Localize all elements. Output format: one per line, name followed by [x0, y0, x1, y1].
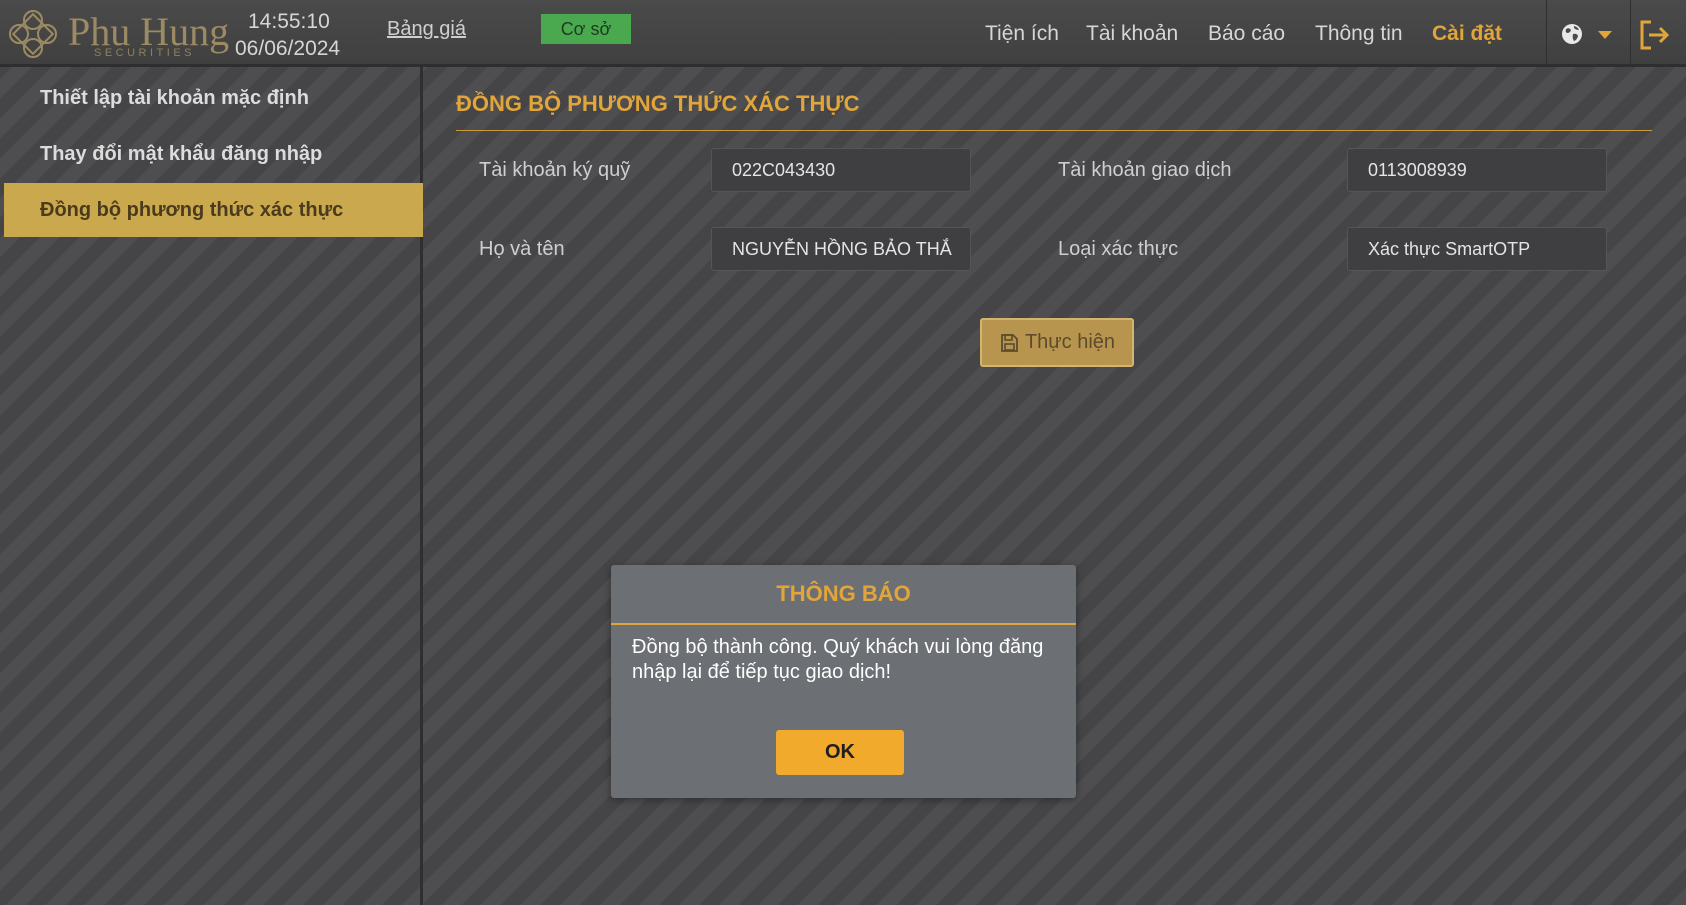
clock-date: 06/06/2024 [235, 37, 341, 60]
globe-icon[interactable] [1560, 22, 1584, 46]
dialog-message: Đồng bộ thành công. Quý khách vui lòng đ… [632, 636, 1044, 683]
execute-button-label: Thực hiện [1024, 331, 1116, 353]
price-board-link[interactable]: Bảng giá [387, 18, 466, 41]
logo-subtitle: SECURITIES [94, 47, 196, 59]
nav-divider [1546, 0, 1547, 67]
logo-icon [9, 10, 57, 58]
dialog-divider [611, 623, 1076, 625]
chevron-down-icon[interactable] [1598, 31, 1612, 39]
execute-button[interactable]: Thực hiện [980, 318, 1134, 367]
full-name-label: Họ và tên [479, 238, 565, 260]
clock-time: 14:55:10 [248, 10, 330, 33]
nav-item-utilities[interactable]: Tiện ích [985, 22, 1059, 46]
nav-item-account[interactable]: Tài khoản [1086, 22, 1178, 46]
page-title: ĐỒNG BỘ PHƯƠNG THỨC XÁC THỰC [456, 91, 860, 116]
sidebar-item-sync-auth[interactable]: Đồng bộ phương thức xác thực [4, 183, 423, 237]
auth-type-label: Loại xác thực [1058, 238, 1179, 260]
dialog-title: THÔNG BÁO [776, 581, 911, 606]
margin-account-field[interactable]: 022C043430 [711, 148, 971, 192]
logout-icon[interactable] [1637, 18, 1671, 52]
nav-item-settings[interactable]: Cài đặt [1432, 22, 1502, 46]
save-icon [1001, 333, 1018, 352]
nav-divider [1630, 0, 1631, 67]
sidebar-item-change-password[interactable]: Thay đổi mật khẩu đăng nhập [4, 127, 423, 181]
trading-account-field[interactable]: 0113008939 [1347, 148, 1607, 192]
top-bar: Phu Hung SECURITIES 14:55:10 06/06/2024 … [0, 0, 1686, 67]
market-badge[interactable]: Cơ sở [541, 14, 631, 44]
sidebar: Thiết lập tài khoản mặc định Thay đổi mậ… [0, 67, 423, 905]
sidebar-item-default-account[interactable]: Thiết lập tài khoản mặc định [4, 71, 423, 125]
title-divider [456, 130, 1652, 131]
notification-dialog: THÔNG BÁO Đồng bộ thành công. Quý khách … [611, 565, 1076, 798]
nav-item-information[interactable]: Thông tin [1315, 22, 1403, 46]
margin-account-label: Tài khoản ký quỹ [479, 159, 631, 181]
full-name-field[interactable]: NGUYỄN HỒNG BẢO THẮ [711, 227, 971, 271]
trading-account-label: Tài khoản giao dịch [1058, 159, 1232, 181]
ok-button[interactable]: OK [776, 730, 904, 775]
nav-item-reports[interactable]: Báo cáo [1208, 22, 1285, 46]
auth-type-field[interactable]: Xác thực SmartOTP [1347, 227, 1607, 271]
